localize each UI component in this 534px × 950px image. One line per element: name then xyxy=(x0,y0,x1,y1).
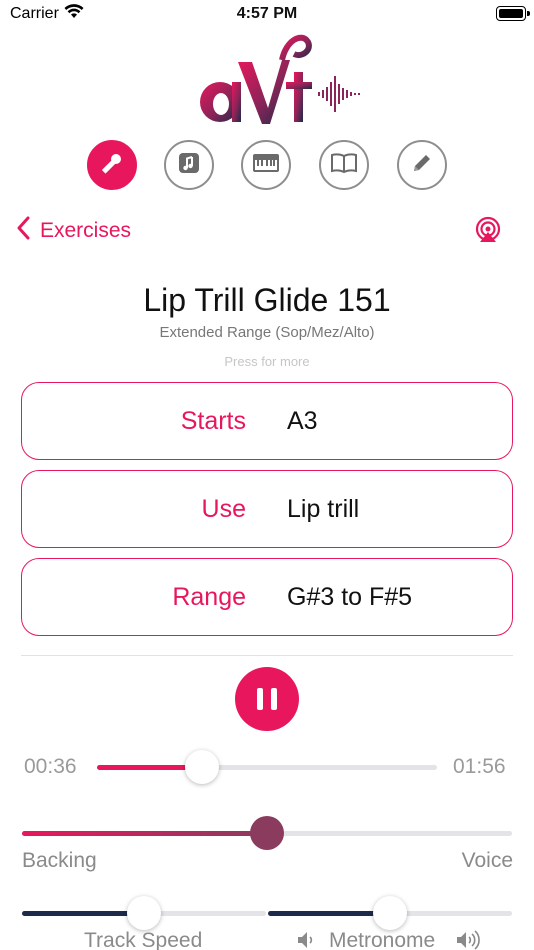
pencil-icon xyxy=(411,152,433,179)
airplay-icon xyxy=(474,216,502,248)
progress-knob[interactable] xyxy=(185,750,220,784)
elapsed-time: 00:36 xyxy=(24,755,77,778)
back-button[interactable]: Exercises xyxy=(16,216,131,246)
pause-button[interactable] xyxy=(235,667,299,731)
divider xyxy=(21,655,513,656)
use-label: Use xyxy=(201,495,246,523)
exercise-title[interactable]: Lip Trill Glide 151 xyxy=(0,282,534,319)
battery-icon xyxy=(496,6,530,21)
mode-tabs xyxy=(0,140,534,192)
tab-notes[interactable] xyxy=(397,140,447,190)
range-value: G#3 to F#5 xyxy=(287,583,413,611)
pause-icon xyxy=(257,688,263,710)
music-note-icon xyxy=(177,151,201,180)
press-more-hint: Press for more xyxy=(224,354,310,369)
tab-library[interactable] xyxy=(319,140,369,190)
back-label: Exercises xyxy=(40,219,132,242)
mix-fill xyxy=(22,831,267,836)
status-bar: Carrier 4:57 PM xyxy=(0,0,534,30)
mix-knob[interactable] xyxy=(250,816,284,850)
track-speed-fill xyxy=(22,911,144,916)
tab-music[interactable] xyxy=(164,140,214,190)
tab-sing[interactable] xyxy=(87,140,137,190)
starts-label: Starts xyxy=(180,407,246,435)
microphone-icon xyxy=(100,151,124,180)
app-logo xyxy=(190,32,370,128)
use-row[interactable]: Use Lip trill xyxy=(21,470,513,548)
exercise-subtitle: Extended Range (Sop/Mez/Alto) xyxy=(159,324,375,341)
use-value: Lip trill xyxy=(287,495,360,523)
clock: 4:57 PM xyxy=(236,5,298,22)
airplay-button[interactable] xyxy=(474,216,502,249)
range-row[interactable]: Range G#3 to F#5 xyxy=(21,558,513,636)
starts-value: A3 xyxy=(287,407,318,435)
progress-slider[interactable] xyxy=(97,765,437,770)
duration-time: 01:56 xyxy=(453,755,506,778)
chevron-left-icon xyxy=(16,216,40,246)
backing-label: Backing xyxy=(22,849,97,872)
metronome-label: Metronome xyxy=(329,929,436,950)
speaker-high-icon xyxy=(455,929,485,950)
metronome-fill xyxy=(268,911,390,916)
speaker-low-icon xyxy=(296,929,318,950)
track-speed-knob[interactable] xyxy=(127,896,161,930)
starts-row[interactable]: Starts A3 xyxy=(21,382,513,460)
tab-keyboard[interactable] xyxy=(241,140,291,190)
keyboard-icon xyxy=(252,152,280,179)
range-label: Range xyxy=(172,583,246,611)
voice-label: Voice xyxy=(461,849,513,872)
track-speed-label: Track Speed xyxy=(84,929,203,950)
book-icon xyxy=(331,152,357,179)
metronome-knob[interactable] xyxy=(373,896,407,930)
